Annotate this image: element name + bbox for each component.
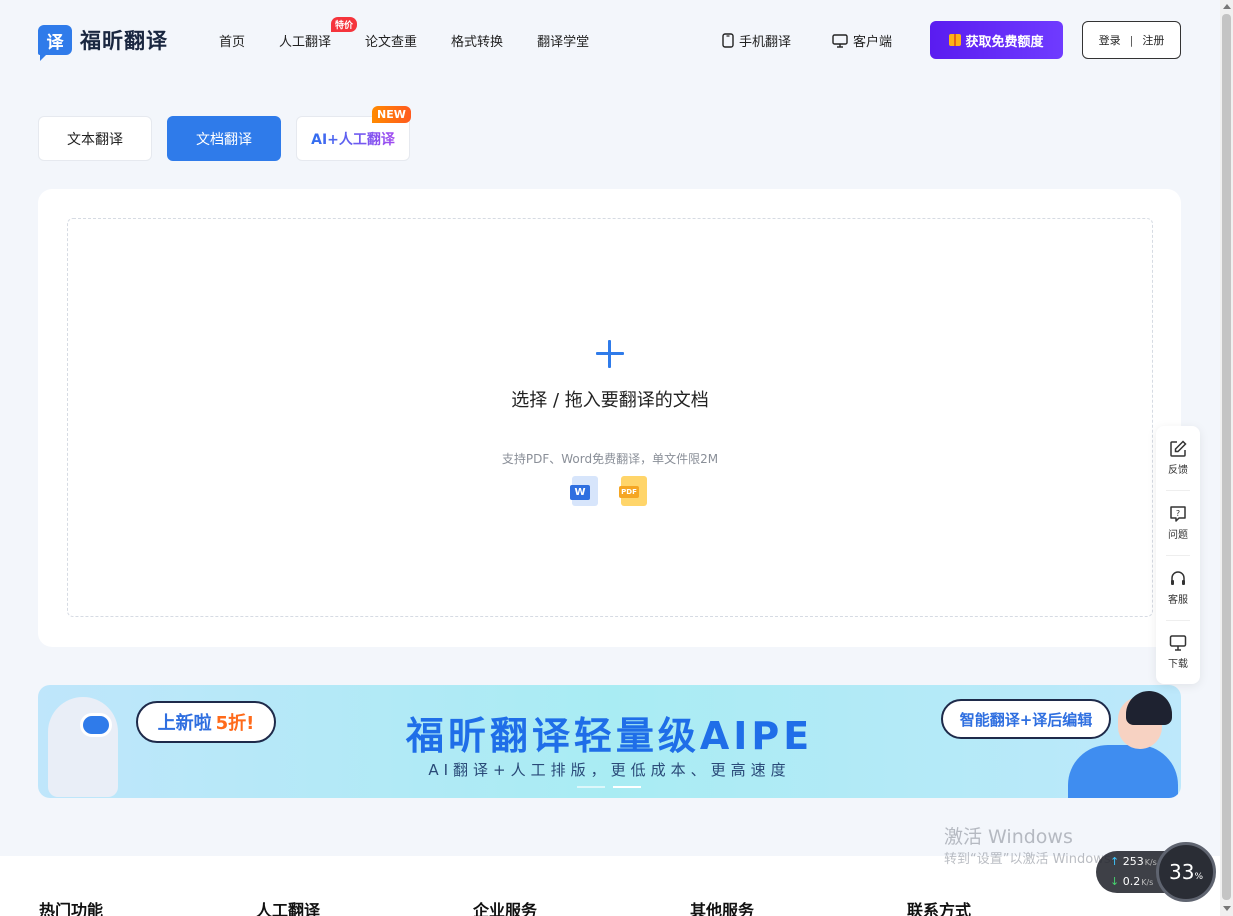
- side-toolbar: 反馈 ? 问题 客服 下载: [1156, 426, 1200, 684]
- headset-icon: [1171, 571, 1185, 585]
- desktop-client-label: 客户端: [853, 35, 893, 50]
- promo-banner[interactable]: 上新啦 5折! 福昕翻译轻量级AIPE AI翻译+人工排版，更低成本、更高速度 …: [38, 685, 1181, 798]
- cpu-usage-unit: %: [1194, 872, 1203, 882]
- footer-col-other-services: 其他服务: [690, 901, 755, 916]
- side-item-customer-service[interactable]: 客服: [1156, 556, 1200, 620]
- side-item-label: 反馈: [1168, 465, 1188, 476]
- svg-text:?: ?: [1176, 509, 1180, 518]
- main-nav: 首页 人工翻译 特价 论文查重 格式转换 翻译学堂: [219, 17, 623, 50]
- plus-icon: [595, 339, 625, 369]
- nav-item-home[interactable]: 首页: [219, 31, 245, 50]
- download-arrow-icon: ↓: [1110, 875, 1120, 888]
- download-speed-value: 0.2: [1122, 875, 1141, 888]
- get-free-quota-button[interactable]: 获取免费额度: [930, 21, 1063, 59]
- word-tag: W: [570, 485, 590, 500]
- nav-item-label: 人工翻译: [279, 35, 332, 50]
- side-item-label: 下载: [1168, 659, 1188, 670]
- gift-icon: [949, 34, 962, 46]
- login-register-box: 登录 | 注册: [1082, 21, 1181, 59]
- cpu-usage-gauge[interactable]: 33%: [1156, 842, 1216, 902]
- desktop-client-link[interactable]: 客户端: [832, 31, 892, 50]
- special-price-badge: 特价: [331, 17, 358, 32]
- nav-item-translation-academy[interactable]: 翻译学堂: [537, 31, 589, 50]
- footer-col-contact: 联系方式: [907, 901, 972, 916]
- footer-col-human-translation: 人工翻译: [256, 901, 321, 916]
- logo[interactable]: 译 福昕翻译: [38, 25, 168, 61]
- dropzone-title: 选择 / 拖入要翻译的文档: [511, 390, 709, 411]
- upload-speed-unit: K/s: [1144, 858, 1157, 867]
- mobile-translate-label: 手机翻译: [739, 35, 792, 50]
- scroll-down-icon[interactable]: [1223, 906, 1231, 911]
- side-item-questions[interactable]: ? 问题: [1156, 491, 1200, 555]
- pdf-tag: PDF: [619, 486, 639, 498]
- nav-item-plagiarism-check[interactable]: 论文查重: [365, 31, 417, 50]
- footer-col-enterprise: 企业服务: [473, 901, 538, 916]
- edit-icon: [1170, 440, 1187, 457]
- get-free-quota-label: 获取免费额度: [965, 34, 1044, 50]
- page-scrollbar[interactable]: [1220, 0, 1233, 916]
- activate-windows-title: 激活 Windows: [944, 826, 1073, 848]
- phone-icon: [722, 33, 734, 48]
- nav-item-format-convert[interactable]: 格式转换: [451, 31, 503, 50]
- tab-document-translation[interactable]: 文档翻译: [167, 116, 281, 161]
- side-item-label: 客服: [1168, 595, 1188, 606]
- login-separator: |: [1129, 33, 1134, 47]
- question-icon: ?: [1170, 506, 1186, 522]
- tab-text-translation[interactable]: 文本翻译: [38, 116, 152, 161]
- register-link[interactable]: 注册: [1142, 32, 1164, 48]
- carousel-dots: [577, 786, 649, 788]
- woman-hair-illustration: [1126, 691, 1172, 725]
- scroll-thumb[interactable]: [1222, 14, 1231, 900]
- cpu-usage-number: 33: [1168, 860, 1195, 884]
- upload-arrow-icon: ↑: [1110, 855, 1120, 868]
- upload-card: 选择 / 拖入要翻译的文档 支持PDF、Word免费翻译，单文件限2M W PD…: [38, 189, 1181, 647]
- new-badge: NEW: [372, 106, 411, 123]
- download-speed-unit: K/s: [1141, 878, 1154, 887]
- woman-illustration: [1068, 745, 1178, 798]
- tab-ai-label: AI+人工翻译: [311, 129, 395, 149]
- side-item-feedback[interactable]: 反馈: [1156, 426, 1200, 490]
- scroll-up-icon[interactable]: [1223, 4, 1231, 9]
- dropzone-subtitle: 支持PDF、Word免费翻译，单文件限2M: [501, 452, 719, 466]
- upload-speed: ↑ 253K/s: [1110, 855, 1157, 868]
- cpu-usage-value: 33%: [1169, 860, 1203, 884]
- mobile-translate-link[interactable]: 手机翻译: [722, 31, 791, 50]
- login-link[interactable]: 登录: [1099, 32, 1121, 48]
- upload-speed-value: 253: [1122, 855, 1144, 868]
- banner-bubble-right: 智能翻译+译后编辑: [941, 699, 1111, 739]
- banner-subtitle: AI翻译+人工排版，更低成本、更高速度: [428, 761, 791, 779]
- top-header: 译 福昕翻译 首页 人工翻译 特价 论文查重 格式转换 翻译学堂 手机翻译 客户…: [0, 0, 1220, 80]
- carousel-dot[interactable]: [577, 786, 605, 788]
- footer-col-hot-features: 热门功能: [39, 901, 104, 916]
- monitor-icon: [1169, 635, 1187, 651]
- pdf-file-icon: PDF: [619, 476, 647, 506]
- carousel-dot-active[interactable]: [613, 786, 641, 788]
- monitor-icon: [832, 33, 848, 48]
- logo-text: 福昕翻译: [80, 29, 168, 53]
- side-item-download[interactable]: 下载: [1156, 620, 1200, 684]
- word-file-icon: W: [570, 476, 598, 506]
- file-dropzone[interactable]: 选择 / 拖入要翻译的文档 支持PDF、Word免费翻译，单文件限2M W PD…: [67, 218, 1153, 617]
- download-speed: ↓ 0.2K/s: [1110, 875, 1153, 888]
- logo-mark-icon: 译: [38, 25, 72, 61]
- side-item-label: 问题: [1168, 530, 1188, 541]
- nav-item-human-translation[interactable]: 人工翻译 特价: [279, 17, 358, 50]
